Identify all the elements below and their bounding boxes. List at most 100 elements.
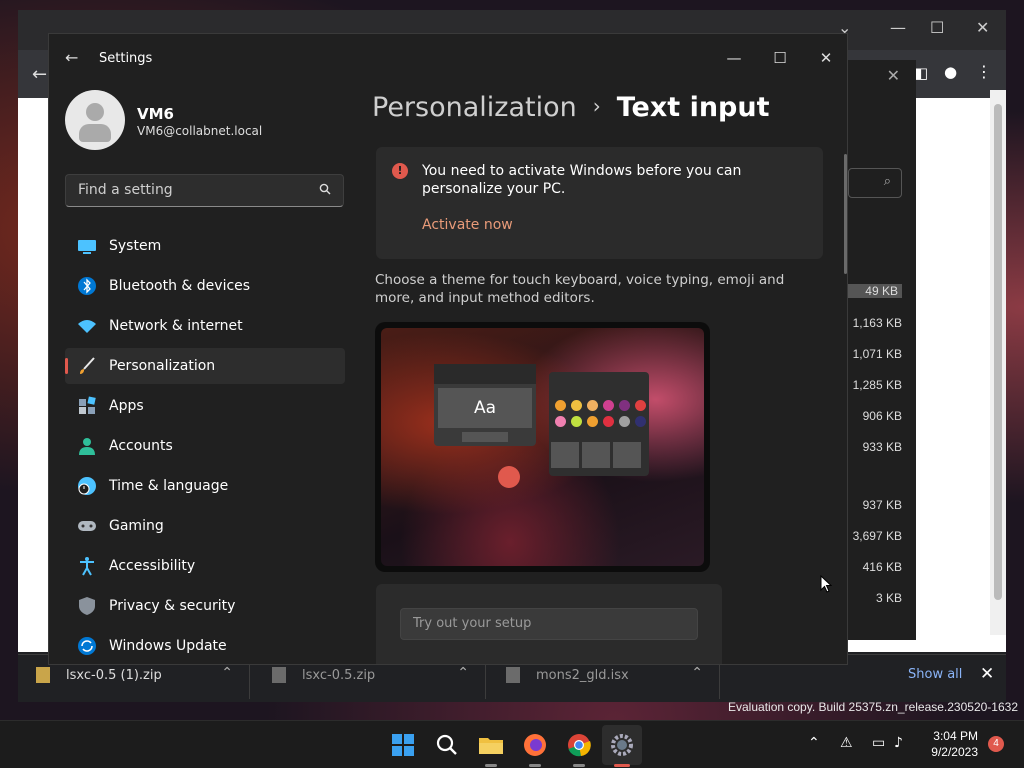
accessibility-icon — [80, 557, 94, 576]
zip-file-icon — [272, 667, 286, 683]
sidebar-item-label: Personalization — [109, 358, 216, 374]
file-size: 933 KB — [862, 440, 902, 454]
tryout-input[interactable] — [411, 615, 681, 632]
avatar[interactable] — [65, 90, 125, 150]
bluetooth-icon — [78, 277, 96, 295]
back-arrow-icon[interactable]: ← — [32, 64, 47, 85]
color-dot — [603, 416, 614, 427]
file-size: 3 KB — [875, 591, 902, 605]
file-size: 1,285 KB — [852, 378, 902, 392]
file-size: 416 KB — [862, 560, 902, 574]
maximize-icon[interactable]: ☐ — [930, 18, 944, 37]
close-icon[interactable]: ✕ — [980, 664, 994, 684]
sidebar-nav: System Bluetooth & devices Network & int… — [65, 228, 345, 664]
download-filename: lsxc-0.5.zip — [302, 668, 376, 683]
sidebar-item-time-language[interactable]: Time & language — [65, 468, 345, 504]
accounts-icon — [79, 438, 95, 455]
search-icon — [319, 183, 331, 195]
maximize-button[interactable]: ☐ — [757, 42, 803, 74]
sidebar-item-privacy[interactable]: Privacy & security — [65, 588, 345, 624]
system-icon — [78, 240, 96, 254]
chevron-up-icon[interactable]: ⌃ — [457, 665, 469, 681]
sidebar-item-label: Windows Update — [109, 638, 227, 654]
evaluation-watermark: Evaluation copy. Build 25375.zn_release.… — [728, 700, 1018, 714]
sidebar-item-bluetooth[interactable]: Bluetooth & devices — [65, 268, 345, 304]
file-size: 937 KB — [862, 498, 902, 512]
color-dot — [587, 416, 598, 427]
color-dot — [619, 416, 630, 427]
file-explorer-icon[interactable] — [477, 731, 505, 759]
back-arrow-icon[interactable]: ← — [65, 48, 78, 67]
window-title: Settings — [99, 51, 153, 66]
tryout-field[interactable] — [400, 608, 698, 640]
settings-window: ← Settings — ☐ ✕ VM6 VM6@collabnet.local… — [48, 33, 848, 665]
close-button[interactable]: ✕ — [803, 42, 847, 74]
sidebar-item-label: Gaming — [109, 518, 164, 534]
breadcrumb-parent[interactable]: Personalization — [372, 92, 577, 123]
theme-preview[interactable]: Aa — [375, 322, 710, 572]
search-field[interactable] — [65, 174, 344, 207]
firefox-icon[interactable] — [521, 731, 549, 759]
mouse-cursor-icon — [820, 575, 832, 593]
sidebar-item-accessibility[interactable]: Accessibility — [65, 548, 345, 584]
network-off-icon[interactable]: ⚠ — [840, 735, 853, 751]
gamepad-icon — [78, 521, 96, 531]
profile-name: VM6 — [137, 105, 174, 123]
sidebar-item-label: Privacy & security — [109, 598, 236, 614]
sidebar-item-personalization[interactable]: Personalization — [65, 348, 345, 384]
chevron-up-icon[interactable]: ⌃ — [221, 665, 233, 681]
keyboard-topbar — [434, 364, 536, 384]
warning-icon: ! — [392, 163, 408, 179]
keyboard-key: Aa — [438, 388, 532, 428]
file-size: 49 KB — [848, 284, 902, 298]
panel-search[interactable]: ⌕ — [848, 168, 902, 198]
search-input[interactable] — [76, 181, 306, 199]
close-icon[interactable]: ✕ — [976, 18, 989, 37]
display-icon[interactable]: ▭ — [872, 735, 885, 751]
sidebar-item-gaming[interactable]: Gaming — [65, 508, 345, 544]
sidebar-item-label: Time & language — [109, 478, 229, 494]
page-scrollbar[interactable] — [990, 90, 1006, 635]
chevron-up-icon[interactable]: ⌃ — [691, 665, 703, 681]
emoji-key — [582, 442, 610, 468]
notification-badge[interactable]: 4 — [988, 736, 1004, 752]
page-title: Text input — [616, 92, 770, 123]
sidebar-item-accounts[interactable]: Accounts — [65, 428, 345, 464]
clock[interactable]: 3:04 PM 9/2/2023 — [928, 728, 978, 760]
file-icon — [506, 667, 520, 683]
windows-start-icon[interactable] — [389, 731, 417, 759]
more-menu-icon[interactable]: ⋮ — [976, 62, 992, 81]
show-all-link[interactable]: Show all — [908, 667, 962, 682]
content-scrollbar[interactable] — [844, 154, 847, 274]
settings-gear-icon[interactable] — [608, 731, 636, 759]
profile-email: VM6@collabnet.local — [137, 124, 263, 138]
scrollbar-thumb[interactable] — [994, 104, 1002, 600]
volume-icon[interactable]: ♪ — [894, 735, 903, 751]
sidebar-item-label: Accounts — [109, 438, 173, 454]
minimize-button[interactable]: — — [711, 42, 757, 74]
chevron-up-icon[interactable]: ⌃ — [808, 735, 820, 751]
minimize-icon[interactable]: — — [890, 18, 906, 37]
clock-time: 3:04 PM — [933, 729, 978, 743]
download-filename: mons2_gld.isx — [536, 668, 629, 683]
sidebar-item-system[interactable]: System — [65, 228, 345, 264]
profile-icon[interactable]: ● — [944, 63, 957, 81]
file-size: 1,071 KB — [852, 347, 902, 361]
sidebar-item-apps[interactable]: Apps — [65, 388, 345, 424]
emoji-key — [613, 442, 641, 468]
sidebar-item-network[interactable]: Network & internet — [65, 308, 345, 344]
active-indicator — [614, 764, 630, 767]
activate-now-link[interactable]: Activate now — [422, 217, 513, 233]
search-icon[interactable] — [433, 731, 461, 759]
sidebar-icon[interactable]: ◧ — [914, 64, 928, 82]
file-size: 1,163 KB — [852, 316, 902, 330]
emoji-key — [551, 442, 579, 468]
file-size: 3,697 KB — [852, 529, 902, 543]
sidebar-item-windows-update[interactable]: Windows Update — [65, 628, 345, 664]
color-dot — [555, 416, 566, 427]
download-filename: lsxc-0.5 (1).zip — [66, 668, 162, 683]
color-dot — [555, 400, 566, 411]
activation-banner: ! You need to activate Windows before yo… — [376, 147, 823, 259]
chrome-icon[interactable] — [565, 731, 593, 759]
close-icon[interactable]: ✕ — [887, 66, 900, 85]
